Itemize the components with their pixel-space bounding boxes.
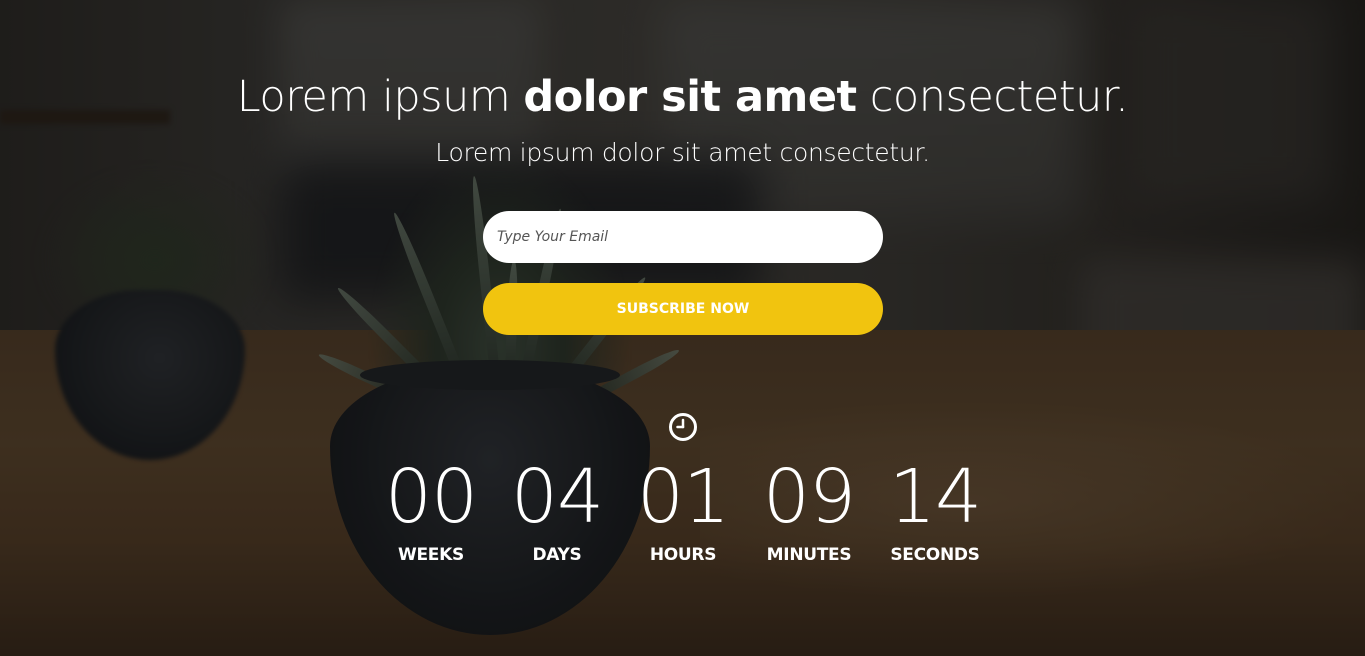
countdown-days: 04 DAYS bbox=[494, 455, 620, 575]
page-title: Lorem ipsum dolor sit amet consectetur. bbox=[0, 72, 1365, 122]
countdown-timer: 00 WEEKS 04 DAYS 01 HOURS 09 MINUTES 14 … bbox=[368, 455, 998, 575]
hero-content: Lorem ipsum dolor sit amet consectetur. … bbox=[0, 0, 1365, 656]
clock-icon bbox=[669, 413, 697, 441]
countdown-minutes: 09 MINUTES bbox=[746, 455, 872, 575]
countdown-label: DAYS bbox=[532, 545, 582, 565]
subscribe-button[interactable]: SUBSCRIBE NOW bbox=[483, 283, 883, 335]
countdown-hours: 01 HOURS bbox=[620, 455, 746, 575]
email-field[interactable] bbox=[483, 211, 883, 263]
countdown-value: 14 bbox=[888, 454, 982, 540]
headline-bold: dolor sit amet bbox=[523, 72, 857, 122]
countdown-value: 01 bbox=[636, 454, 730, 540]
page-subtitle: Lorem ipsum dolor sit amet consectetur. bbox=[435, 138, 930, 167]
headline-prefix: Lorem ipsum bbox=[236, 72, 524, 122]
countdown-label: SECONDS bbox=[890, 545, 980, 565]
countdown-label: HOURS bbox=[649, 545, 717, 565]
countdown-value: 00 bbox=[384, 454, 478, 540]
countdown-weeks: 00 WEEKS bbox=[368, 455, 494, 575]
countdown-label: WEEKS bbox=[398, 545, 464, 565]
countdown-value: 04 bbox=[510, 454, 604, 540]
headline-suffix: consectetur. bbox=[856, 72, 1129, 122]
hero-section: Lorem ipsum dolor sit amet consectetur. … bbox=[0, 0, 1365, 656]
countdown-label: MINUTES bbox=[766, 545, 852, 565]
countdown-value: 09 bbox=[762, 454, 856, 540]
countdown-seconds: 14 SECONDS bbox=[872, 455, 998, 575]
